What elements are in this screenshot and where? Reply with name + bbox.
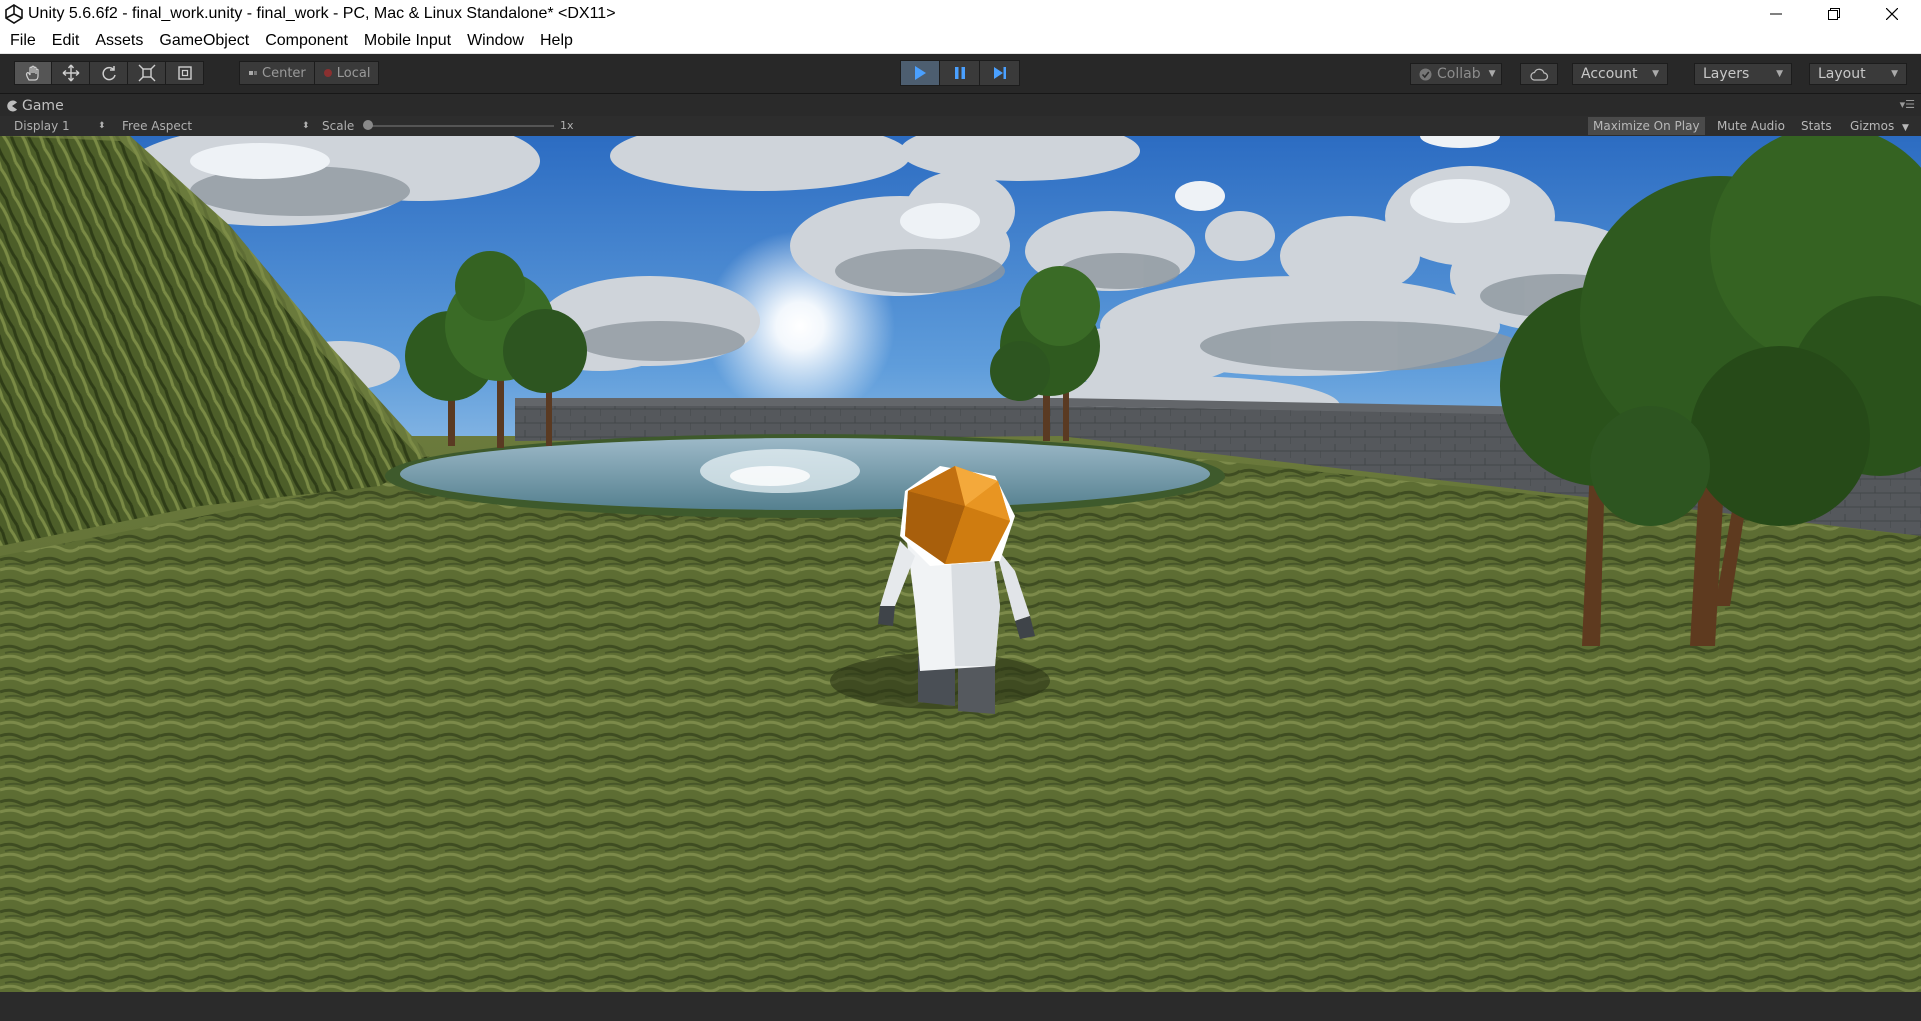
gizmos-label: Gizmos xyxy=(1850,119,1895,133)
close-icon xyxy=(1886,8,1898,20)
pivot-center-button[interactable]: Center xyxy=(239,61,315,85)
collab-label: Collab xyxy=(1437,66,1481,82)
display-label: Display 1 xyxy=(14,119,70,133)
pond xyxy=(385,434,1225,518)
layers-label: Layers xyxy=(1703,66,1750,82)
play-button[interactable] xyxy=(900,60,940,86)
minimize-icon xyxy=(1770,13,1782,15)
chevron-down-icon: ▼ xyxy=(1776,69,1783,79)
updown-icon: ⬍ xyxy=(98,121,106,131)
display-dropdown[interactable]: Display 1 ⬍ xyxy=(14,116,106,136)
gizmos-dropdown[interactable]: Gizmos ▼ xyxy=(1845,117,1914,135)
collab-dropdown[interactable]: Collab ▼ xyxy=(1410,63,1502,85)
pause-button[interactable] xyxy=(940,60,980,86)
pivot-local-button[interactable]: Local xyxy=(314,61,380,85)
game-scene xyxy=(0,136,1921,992)
menu-assets[interactable]: Assets xyxy=(87,28,151,54)
layers-dropdown[interactable]: Layers ▼ xyxy=(1694,63,1792,85)
aspect-dropdown[interactable]: Free Aspect ⬍ xyxy=(122,116,312,136)
unity-logo-icon xyxy=(5,4,23,24)
menu-window[interactable]: Window xyxy=(459,28,532,54)
menu-gameobject[interactable]: GameObject xyxy=(151,28,257,54)
account-dropdown[interactable]: Account ▼ xyxy=(1572,63,1668,85)
menu-bar: File Edit Assets GameObject Component Mo… xyxy=(0,28,1921,54)
scale-slider-handle[interactable] xyxy=(363,120,373,130)
status-bar xyxy=(0,992,1921,1021)
local-space-icon xyxy=(323,69,332,77)
move-tool-button[interactable] xyxy=(52,61,90,85)
tab-game[interactable]: Game xyxy=(6,96,64,116)
menu-help[interactable]: Help xyxy=(532,28,581,54)
minimize-button[interactable] xyxy=(1747,0,1805,28)
window-title-bar: Unity 5.6.6f2 - final_work.unity - final… xyxy=(0,0,1921,28)
cloud-icon xyxy=(1530,68,1549,81)
scale-label: Scale xyxy=(322,119,355,133)
close-button[interactable] xyxy=(1863,0,1921,28)
menu-file[interactable]: File xyxy=(0,28,44,54)
main-toolbar: Center Local Collab ▼ Account ▼ Layers ▼ xyxy=(0,54,1921,94)
cloud-button[interactable] xyxy=(1520,63,1558,85)
scale-slider-track[interactable] xyxy=(368,125,554,127)
restore-icon xyxy=(1828,8,1840,20)
chevron-down-icon: ▼ xyxy=(1488,69,1496,79)
mute-audio-toggle[interactable]: Mute Audio xyxy=(1712,117,1790,135)
menu-component[interactable]: Component xyxy=(257,28,356,54)
game-view[interactable] xyxy=(0,136,1921,992)
chevron-down-icon: ▼ xyxy=(1652,69,1659,79)
rotate-icon xyxy=(101,66,116,81)
scale-tool-button[interactable] xyxy=(128,61,166,85)
aspect-label: Free Aspect xyxy=(122,119,193,133)
step-icon xyxy=(993,67,1006,79)
restore-button[interactable] xyxy=(1805,0,1863,28)
step-button[interactable] xyxy=(980,60,1020,86)
account-label: Account xyxy=(1581,66,1638,82)
pacman-icon xyxy=(7,100,17,112)
chevron-down-icon: ▼ xyxy=(1902,123,1909,133)
pivot-local-label: Local xyxy=(336,65,371,81)
pivot-toggles: Center Local xyxy=(239,61,380,85)
game-panel-tabbar: Game ▾☰ xyxy=(0,94,1921,116)
transform-tools xyxy=(14,61,204,85)
panel-menu-icon[interactable]: ▾☰ xyxy=(1900,98,1915,111)
stats-toggle[interactable]: Stats xyxy=(1796,117,1837,135)
check-circle-icon xyxy=(1419,68,1432,80)
rect-transform-icon xyxy=(177,66,192,80)
hand-icon xyxy=(26,65,39,81)
pivot-center-label: Center xyxy=(262,65,306,81)
move-arrows-icon xyxy=(62,64,79,82)
rect-tool-button[interactable] xyxy=(166,61,204,85)
layout-dropdown[interactable]: Layout ▼ xyxy=(1809,63,1907,85)
scale-value: 1x xyxy=(560,119,574,132)
play-icon xyxy=(915,66,926,80)
layout-label: Layout xyxy=(1818,66,1866,82)
scale-icon xyxy=(138,64,155,82)
rotate-tool-button[interactable] xyxy=(90,61,128,85)
tab-game-label: Game xyxy=(22,98,64,114)
hand-tool-button[interactable] xyxy=(14,61,52,85)
menu-edit[interactable]: Edit xyxy=(44,28,88,54)
updown-icon: ⬍ xyxy=(302,121,310,131)
window-title: Unity 5.6.6f2 - final_work.unity - final… xyxy=(28,5,616,22)
playback-controls xyxy=(900,60,1020,86)
pause-icon xyxy=(954,67,965,79)
chevron-down-icon: ▼ xyxy=(1891,69,1898,79)
game-view-controls: Display 1 ⬍ Free Aspect ⬍ Scale 1x Maxim… xyxy=(0,116,1921,136)
pivot-icon xyxy=(249,71,257,75)
menu-mobile-input[interactable]: Mobile Input xyxy=(356,28,459,54)
maximize-on-play-toggle[interactable]: Maximize On Play xyxy=(1588,117,1705,135)
